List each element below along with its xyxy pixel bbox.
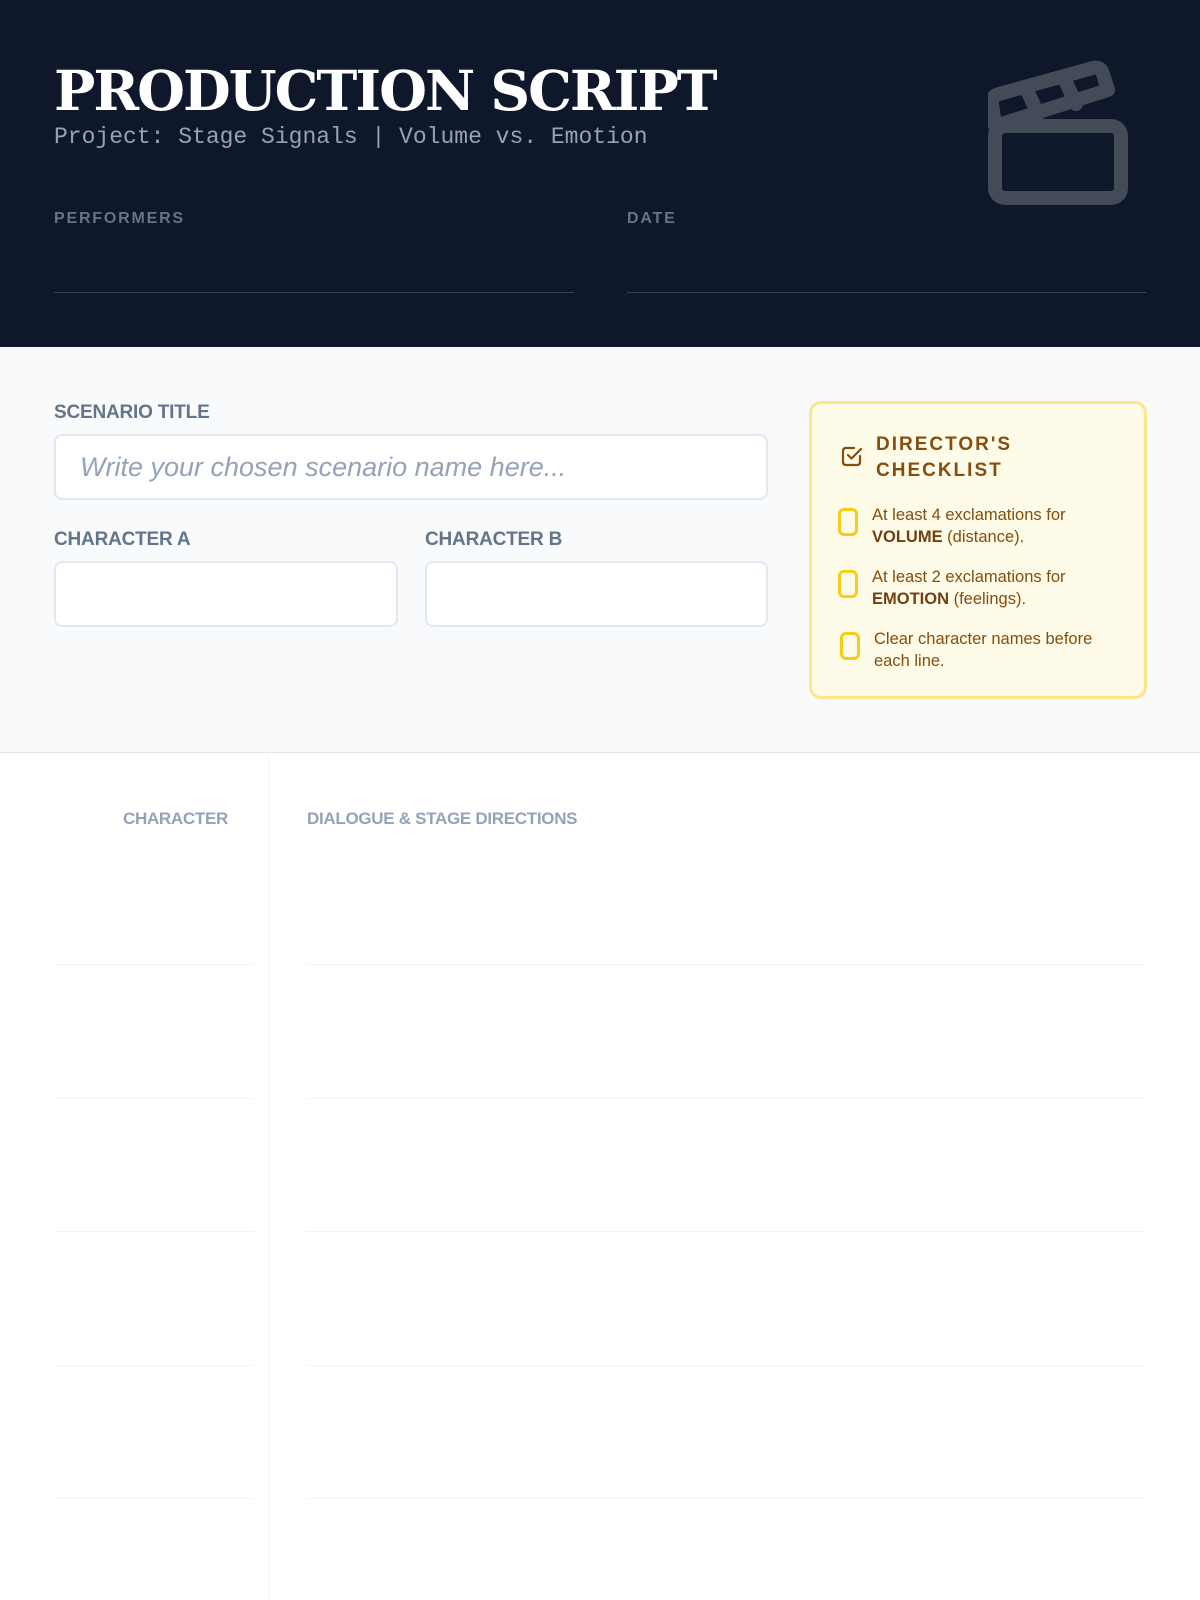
directors-checklist: DIRECTOR'S CHECKLIST At least 4 exclamat…: [809, 401, 1147, 699]
character-a-label: CHARACTER A: [54, 529, 191, 550]
character-cell-input[interactable]: [54, 1128, 252, 1222]
checklist-checkbox[interactable]: [840, 632, 860, 660]
dialogue-cell-input[interactable]: [307, 1128, 1147, 1222]
square-check-icon: [841, 446, 863, 467]
script-table: CHARACTER DIALOGUE & STAGE DIRECTIONS: [0, 753, 1200, 1600]
checklist-checkbox[interactable]: [838, 570, 858, 598]
scenario-title-input[interactable]: [54, 434, 768, 500]
page-title: PRODUCTION SCRIPT: [54, 58, 718, 123]
character-column-header: CHARACTER: [123, 809, 228, 828]
checklist-item-text: At least 4 exclamations for VOLUME (dist…: [872, 504, 1122, 548]
character-cell-input[interactable]: [54, 1262, 252, 1356]
scenario-title-label: SCENARIO TITLE: [54, 402, 210, 423]
checklist-item-text-suffix: (distance).: [942, 528, 1025, 546]
dialogue-cell-input[interactable]: [307, 861, 1147, 955]
date-underline: [627, 292, 1147, 293]
date-label: DATE: [627, 210, 677, 227]
checklist-item-text-prefix: At least 4 exclamations for: [872, 506, 1066, 524]
character-cell-input[interactable]: [54, 1395, 252, 1489]
character-cell-input[interactable]: [54, 995, 252, 1089]
script-header: PRODUCTION SCRIPT Project: Stage Signals…: [0, 0, 1200, 347]
dialogue-row-line: [307, 1098, 1147, 1099]
dialogue-cell-input[interactable]: [307, 995, 1147, 1089]
checklist-item-text-suffix: (feelings).: [949, 590, 1027, 608]
character-row-line: [54, 1098, 253, 1099]
character-cell-input[interactable]: [54, 861, 252, 955]
character-b-input[interactable]: [425, 561, 768, 627]
checklist-item-keyword: VOLUME: [872, 528, 943, 546]
character-row-line: [54, 1231, 253, 1232]
character-a-input[interactable]: [54, 561, 398, 627]
checklist-item-text-prefix: Clear character names before each line.: [874, 630, 1093, 670]
clapperboard-icon: [988, 60, 1128, 205]
performers-label: PERFORMERS: [54, 210, 185, 227]
checklist-item-text: At least 2 exclamations for EMOTION (fee…: [872, 566, 1122, 610]
dialogue-row-line: [307, 964, 1147, 965]
checklist-item-text: Clear character names before each line.: [874, 628, 1124, 672]
performers-input[interactable]: [54, 240, 574, 288]
dialogue-cell-input[interactable]: [307, 1262, 1147, 1356]
checklist-item-keyword: EMOTION: [872, 590, 949, 608]
checklist-checkbox[interactable]: [838, 508, 858, 536]
date-input[interactable]: [627, 240, 1147, 288]
dialogue-row-line: [307, 1498, 1147, 1499]
character-row-line: [54, 964, 253, 965]
dialogue-column-header: DIALOGUE & STAGE DIRECTIONS: [307, 809, 578, 828]
project-subtitle: Project: Stage Signals | Volume vs. Emot…: [54, 124, 648, 150]
dialogue-row-line: [307, 1365, 1147, 1366]
checklist-item-text-prefix: At least 2 exclamations for: [872, 568, 1066, 586]
dialogue-cell-input[interactable]: [307, 1395, 1147, 1489]
character-b-label: CHARACTER B: [425, 529, 563, 550]
dialogue-row-line: [307, 1231, 1147, 1232]
character-row-line: [54, 1365, 253, 1366]
column-divider: [268, 753, 269, 1600]
character-row-line: [54, 1498, 253, 1499]
checklist-title: DIRECTOR'S CHECKLIST: [876, 434, 1013, 481]
performers-underline: [54, 292, 574, 293]
